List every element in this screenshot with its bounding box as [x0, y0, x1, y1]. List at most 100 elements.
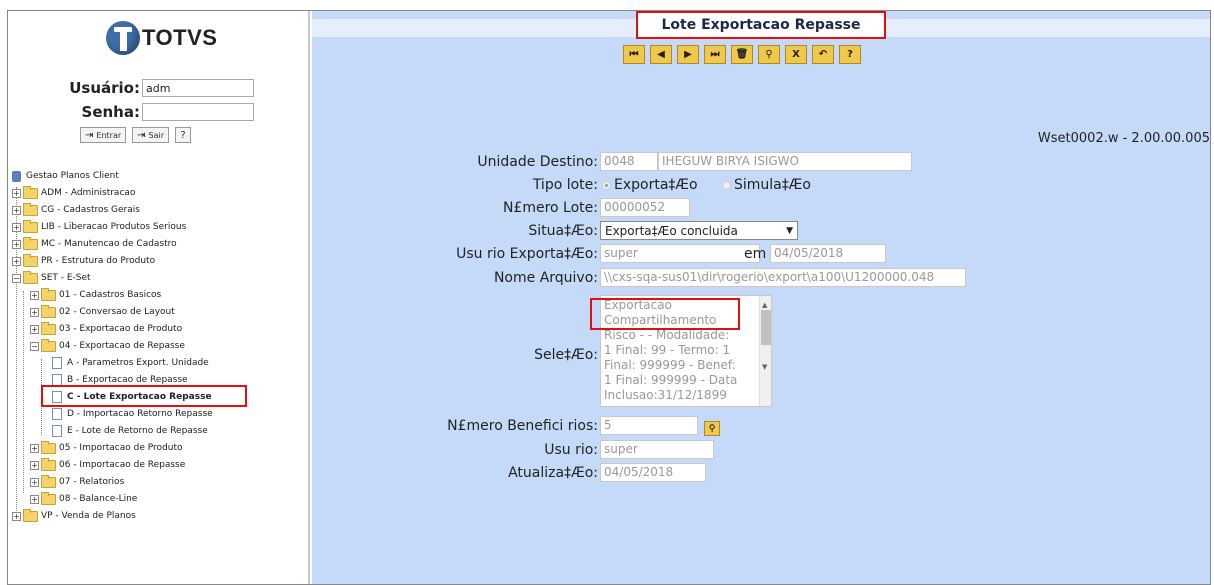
expand-icon[interactable]: + — [12, 511, 21, 521]
help-button[interactable]: ? — [175, 127, 192, 143]
tree-item-label: 05 - Importacao de Produto — [59, 443, 183, 453]
tree-item-label: E - Lote de Retorno de Repasse — [67, 426, 208, 436]
textarea-scrollbar[interactable]: ▲ ▼ — [759, 296, 771, 406]
usuario-exportacao-input[interactable]: super — [600, 244, 760, 263]
highlight-box-selecao — [590, 298, 740, 330]
last-record-icon[interactable]: ⏭ — [704, 45, 726, 64]
selecao-line: 1 Final: 99 - Termo: 1 — [604, 343, 731, 357]
tree-item-label: 04 - Exportacao de Repasse — [59, 341, 185, 351]
exit-button[interactable]: ⇥ Sair — [132, 127, 170, 143]
collapse-icon[interactable]: − — [30, 341, 39, 351]
unidade-code-input[interactable]: 0048 — [600, 152, 658, 171]
folder-icon — [41, 321, 56, 335]
atualizacao-label: Atualiza‡Æo: — [508, 465, 598, 481]
tree-item-01[interactable]: +01 - Cadastros Basicos — [30, 287, 161, 302]
numero-lote-label: N£mero Lote: — [502, 200, 598, 216]
tree-item-06[interactable]: +06 - Importacao de Repasse — [30, 457, 185, 472]
trash-icon[interactable]: 🗑 — [731, 45, 753, 64]
password-row: Senha: — [60, 103, 254, 121]
tree-item-label: CG - Cadastros Gerais — [41, 205, 140, 215]
tree-item-02[interactable]: +02 - Conversao de Layout — [30, 304, 175, 319]
nome-arquivo-input[interactable]: \\cxs-sqa-sus01\dir\rogerio\export\a100\… — [600, 268, 966, 287]
tree-root-label: Gestao Planos Client — [26, 171, 119, 181]
tree-item-label: ADM - Administracao — [41, 188, 136, 198]
data-exportacao-input[interactable]: 04/05/2018 — [770, 244, 886, 263]
password-input[interactable] — [142, 103, 254, 121]
document-icon — [52, 357, 62, 369]
tree-item-mc[interactable]: + MC - Manutencao de Cadastro — [12, 236, 177, 251]
situacao-select[interactable]: Exporta‡Æo concluida ▼ — [600, 221, 798, 240]
tree-item-04[interactable]: − 04 - Exportacao de Repasse — [30, 338, 185, 353]
expand-icon[interactable]: + — [30, 460, 39, 470]
user-input[interactable] — [142, 79, 254, 97]
scroll-down-icon[interactable]: ▼ — [762, 360, 767, 375]
tree-item-07[interactable]: +07 - Relatorios — [30, 474, 124, 489]
tree-item-label: 02 - Conversao de Layout — [59, 307, 175, 317]
selecao-line: Final: 999999 - Benef: — [604, 358, 736, 372]
tree-item-set[interactable]: − SET - E-Set — [12, 270, 91, 285]
tree-item-label: 08 - Balance-Line — [59, 494, 138, 504]
expand-icon[interactable]: + — [30, 324, 39, 334]
radio-checked-icon — [602, 180, 611, 190]
expand-icon[interactable]: + — [12, 205, 21, 215]
collapse-icon[interactable]: − — [12, 273, 21, 283]
usuario-label: Usu rio: — [544, 442, 598, 458]
password-label: Senha: — [81, 103, 140, 121]
open-folder-icon — [23, 270, 38, 284]
expand-icon[interactable]: + — [30, 477, 39, 487]
lookup-search-icon[interactable]: ⚲ — [704, 421, 720, 436]
expand-icon[interactable]: + — [12, 256, 21, 266]
expand-icon[interactable]: + — [12, 188, 21, 198]
tree-item-lib[interactable]: + LIB - Liberacao Produtos Serious — [12, 219, 187, 234]
expand-icon[interactable]: + — [30, 494, 39, 504]
previous-record-icon[interactable]: ◀ — [650, 45, 672, 64]
scroll-thumb[interactable] — [761, 310, 771, 345]
usuario-exportacao-label: Usu rio Exporta‡Æo: — [456, 246, 598, 262]
folder-icon — [41, 457, 56, 471]
enter-button[interactable]: ⇥ Entrar — [80, 127, 127, 143]
totvs-logo-icon — [106, 21, 140, 55]
tree-item-08[interactable]: +08 - Balance-Line — [30, 491, 138, 506]
situacao-label: Situa‡Æo: — [528, 223, 598, 239]
user-row: Usuário: — [60, 79, 254, 97]
expand-icon[interactable]: + — [30, 290, 39, 300]
help-button[interactable]: ? — [839, 45, 861, 64]
tree-item-05[interactable]: +05 - Importacao de Produto — [30, 440, 183, 455]
navigation-panel: TOTVS Usuário: Senha: ⇥Entrar ⇥Sair ? Ge… — [8, 11, 310, 584]
tree-item-adm[interactable]: + ADM - Administracao — [12, 185, 136, 200]
tree-item-vp[interactable]: + VP - Venda de Planos — [12, 508, 136, 523]
usuario-input[interactable]: super — [600, 440, 714, 459]
version-label: Wset0002.w - 2.00.00.005 — [1037, 131, 1210, 146]
main-content: Lote Exportacao Repasse ⏮ ◀ ▶ ⏭ 🗑 ⚲ X ↶ … — [312, 11, 1210, 584]
tree-item-a[interactable]: A - Parametros Export. Unidade — [50, 356, 209, 370]
beneficiarios-input[interactable]: 5 — [600, 416, 698, 435]
folder-icon — [41, 491, 56, 505]
radio-unchecked-icon — [722, 180, 731, 190]
undo-icon[interactable]: ↶ — [812, 45, 834, 64]
cancel-button[interactable]: X — [785, 45, 807, 64]
expand-icon[interactable]: + — [30, 443, 39, 453]
tree-root[interactable]: Gestao Planos Client — [12, 169, 119, 183]
tree-item-label: D - Importacao Retorno Repasse — [67, 409, 213, 419]
tree-item-e[interactable]: E - Lote de Retorno de Repasse — [50, 424, 208, 438]
first-record-icon[interactable]: ⏮ — [623, 45, 645, 64]
nome-arquivo-label: Nome Arquivo: — [493, 270, 598, 286]
tree-item-cg[interactable]: + CG - Cadastros Gerais — [12, 202, 140, 217]
expand-icon[interactable]: + — [12, 222, 21, 232]
expand-icon[interactable]: + — [30, 307, 39, 317]
expand-icon[interactable]: + — [12, 239, 21, 249]
tipo-radio-simulacao[interactable]: Simula‡Æo — [722, 177, 811, 193]
search-icon[interactable]: ⚲ — [758, 45, 780, 64]
selecao-line: 1 Final: 999999 - Data — [604, 373, 738, 387]
brand-name: TOTVS — [142, 25, 218, 50]
beneficiarios-label: N£mero Benefici rios: — [447, 418, 598, 434]
tree-item-label: LIB - Liberacao Produtos Serious — [41, 222, 187, 232]
tree-item-d[interactable]: D - Importacao Retorno Repasse — [50, 407, 213, 421]
atualizacao-input[interactable]: 04/05/2018 — [600, 463, 706, 482]
tree-item-03[interactable]: +03 - Exportacao de Produto — [30, 321, 182, 336]
tree-item-pr[interactable]: + PR - Estrutura do Produto — [12, 253, 155, 268]
numero-lote-input[interactable]: 00000052 — [600, 198, 690, 217]
next-record-icon[interactable]: ▶ — [677, 45, 699, 64]
tipo-radio-exportacao[interactable]: Exporta‡Æo — [602, 177, 698, 193]
unidade-name-input[interactable]: IHEGUW BIRYA ISIGWO — [658, 152, 912, 171]
